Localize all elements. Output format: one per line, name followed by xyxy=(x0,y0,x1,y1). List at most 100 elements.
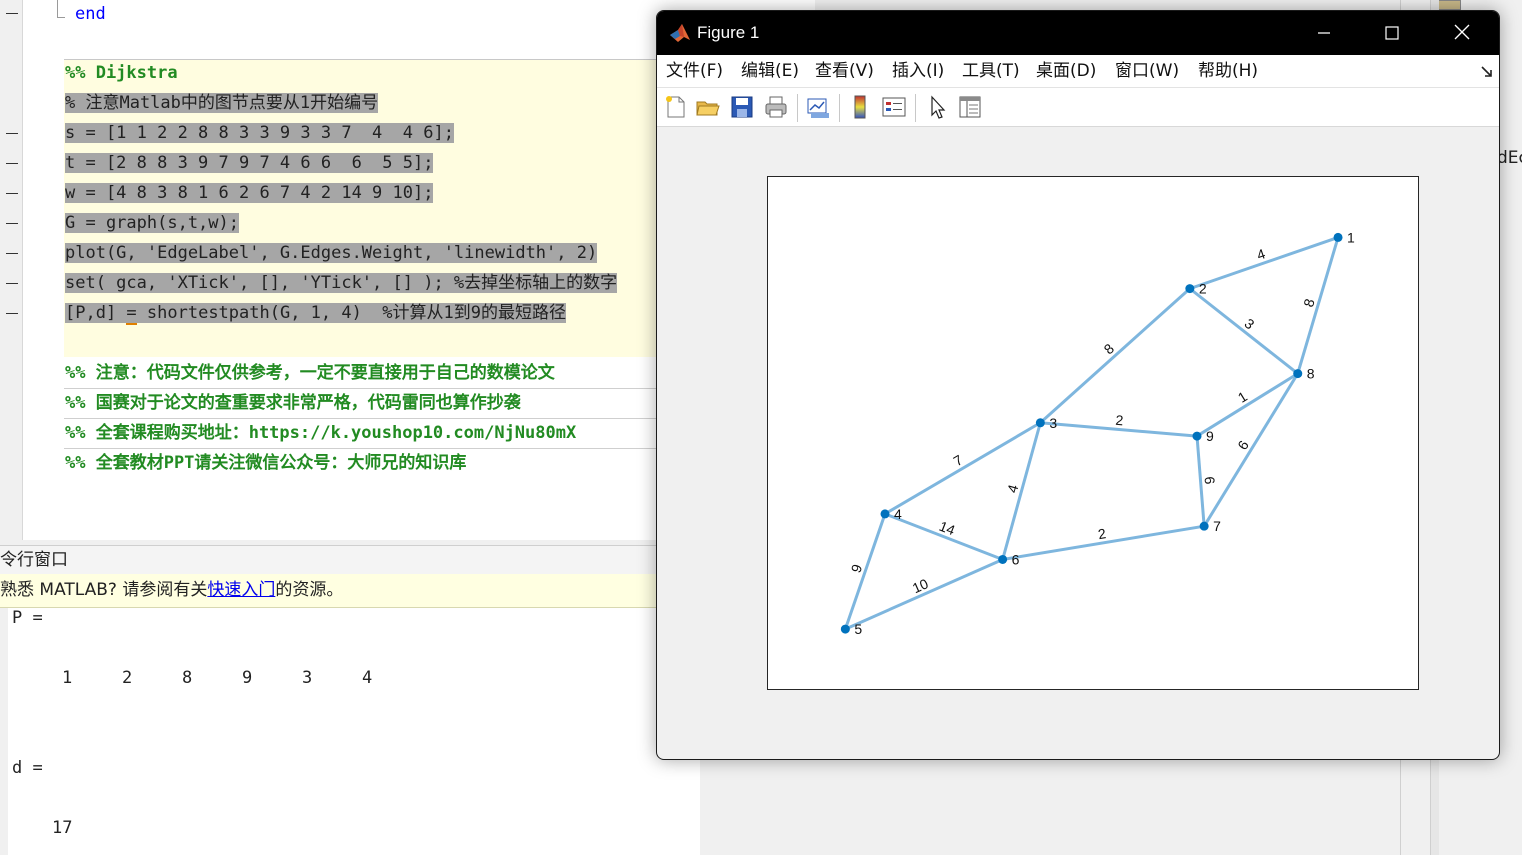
node-label: 8 xyxy=(1307,366,1315,382)
property-inspector-icon[interactable] xyxy=(957,94,983,120)
code-line[interactable]: set( gca, 'XTick', [], 'YTick', [] ); %去… xyxy=(65,273,618,293)
save-icon[interactable] xyxy=(729,94,755,120)
node-label: 2 xyxy=(1199,281,1207,297)
graph-edge xyxy=(1039,287,1191,424)
cell-title: %% Dijkstra xyxy=(65,63,178,83)
graph-node xyxy=(998,554,1008,564)
plot-axes[interactable]: 4 8 3 8 1 6 2 6 7 4 2 14 9 10 1 2 3 4 5 6 7 8 9 xyxy=(767,176,1419,690)
output-value: 2 xyxy=(122,668,133,688)
matlab-logo-icon xyxy=(670,24,690,42)
warning-underline[interactable]: = xyxy=(126,303,137,325)
code-line[interactable]: t = [2 8 8 3 9 7 9 7 4 6 6 6 5 5]; xyxy=(65,153,434,173)
graph-node xyxy=(1293,369,1303,379)
toolbar-separator xyxy=(797,94,798,122)
graph-node xyxy=(1035,418,1045,428)
breakpoint-marker[interactable] xyxy=(6,193,18,194)
output-value: 9 xyxy=(242,668,253,688)
output-value: 4 xyxy=(362,668,373,688)
output-value: 8 xyxy=(182,668,193,688)
output-var-d: d = xyxy=(12,758,43,778)
code-text[interactable]: shortestpath(G, 1, 4) %计算从1到9的最短路径 xyxy=(137,303,566,323)
code-line[interactable]: plot(G, 'EdgeLabel', G.Edges.Weight, 'li… xyxy=(65,243,598,263)
graph-edge xyxy=(1189,235,1339,291)
node-label: 4 xyxy=(894,506,902,522)
link-plot-icon[interactable] xyxy=(805,94,831,120)
print-icon[interactable] xyxy=(763,94,789,120)
code-line: [P,d] = shortestpath(G, 1, 4) %计算从1到9的最短… xyxy=(65,303,567,325)
node-label: 6 xyxy=(1012,551,1020,567)
edge-weight-label: 6 xyxy=(1202,476,1219,485)
breakpoint-marker[interactable] xyxy=(6,283,18,284)
edge-weight-label: 9 xyxy=(848,562,866,575)
menu-insert[interactable]: 插入(I) xyxy=(892,55,944,87)
comment-note: %% 全套课程购买地址：https://k.youshop10.com/NjNu… xyxy=(65,423,577,443)
graph-edge xyxy=(1202,372,1300,527)
breakpoint-marker[interactable] xyxy=(6,133,18,134)
legend-icon[interactable] xyxy=(881,94,907,120)
clipped-label: dEc xyxy=(1497,148,1522,168)
graph-edge xyxy=(884,421,1042,516)
figure-toolbar xyxy=(657,88,1499,127)
graph-edge xyxy=(844,558,1004,631)
menu-view[interactable]: 查看(V) xyxy=(815,55,874,87)
toolbar-separator xyxy=(915,94,916,122)
command-window-margin xyxy=(0,608,8,855)
graph-node xyxy=(1333,232,1343,242)
fold-guide xyxy=(57,0,58,18)
command-window-output[interactable]: P = 1 2 8 9 3 4 d = 17 xyxy=(0,608,700,855)
code-line[interactable]: w = [4 8 3 8 1 6 2 6 7 4 2 14 9 10]; xyxy=(65,183,434,203)
figure-window[interactable]: Figure 1 文件(F) 编辑(E) 查看(V) 插入(I) 工具(T) 桌… xyxy=(656,10,1500,760)
panel-icon xyxy=(1437,0,1461,10)
edge-weight-label: 4 xyxy=(1255,245,1268,263)
graph-node xyxy=(840,624,850,634)
dock-arrow-icon[interactable] xyxy=(1480,65,1494,79)
colorbar-icon[interactable] xyxy=(847,94,873,120)
new-figure-icon[interactable] xyxy=(663,94,689,120)
graph-edge xyxy=(1188,287,1299,375)
breakpoint-marker[interactable] xyxy=(6,163,18,164)
code-line[interactable]: G = graph(s,t,w); xyxy=(65,213,239,233)
fold-guide-end xyxy=(57,17,65,18)
toolbar-separator xyxy=(839,94,840,122)
maximize-button[interactable] xyxy=(1357,11,1427,55)
code-text[interactable]: [P,d] xyxy=(65,303,126,323)
node-label: 3 xyxy=(1049,415,1057,431)
menu-desktop[interactable]: 桌面(D) xyxy=(1036,55,1096,87)
output-value: 3 xyxy=(302,668,313,688)
end-keyword: end xyxy=(75,4,106,24)
close-button[interactable] xyxy=(1427,11,1497,55)
output-var-p: P = xyxy=(12,608,43,628)
minimize-button[interactable] xyxy=(1289,11,1359,55)
menu-edit[interactable]: 编辑(E) xyxy=(741,55,799,87)
code-line[interactable]: s = [1 1 2 2 8 8 3 3 9 3 3 7 4 4 6]; xyxy=(65,123,454,143)
editor-gutter xyxy=(0,0,23,540)
minimize-icon xyxy=(1318,32,1330,34)
menu-window[interactable]: 窗口(W) xyxy=(1115,55,1179,87)
breakpoint-marker[interactable] xyxy=(6,313,18,314)
graph-edge xyxy=(1196,372,1299,438)
menu-file[interactable]: 文件(F) xyxy=(666,55,723,87)
output-value: 1 xyxy=(62,668,73,688)
breakpoint-marker[interactable] xyxy=(6,13,18,14)
menu-tools[interactable]: 工具(T) xyxy=(962,55,1020,87)
edge-weight-label: 2 xyxy=(1097,525,1108,542)
command-window-title: 令行窗口 xyxy=(0,550,68,570)
edit-plot-arrow-icon[interactable] xyxy=(925,94,951,120)
menu-help[interactable]: 帮助(H) xyxy=(1198,55,1258,87)
command-window-header[interactable]: 令行窗口 xyxy=(0,545,700,575)
edge-weight-label: 8 xyxy=(1300,297,1318,309)
getting-started-banner: 熟悉 MATLAB? 请参阅有关快速入门的资源。 xyxy=(0,574,700,608)
open-file-icon[interactable] xyxy=(695,94,721,120)
breakpoint-marker[interactable] xyxy=(6,223,18,224)
getting-started-link[interactable]: 快速入门 xyxy=(207,580,275,600)
breakpoint-marker[interactable] xyxy=(6,253,18,254)
graph-node xyxy=(880,509,890,519)
code-line[interactable]: % 注意Matlab中的图节点要从1开始编号 xyxy=(65,93,379,113)
node-label: 5 xyxy=(854,621,862,637)
graph-node xyxy=(1199,521,1209,531)
figure-menubar: 文件(F) 编辑(E) 查看(V) 插入(I) 工具(T) 桌面(D) 窗口(W… xyxy=(657,55,1499,88)
banner-text-end: 的资源。 xyxy=(275,580,344,600)
node-label: 9 xyxy=(1206,428,1214,444)
figure-titlebar[interactable]: Figure 1 xyxy=(657,11,1499,55)
graph-node xyxy=(1192,431,1202,441)
